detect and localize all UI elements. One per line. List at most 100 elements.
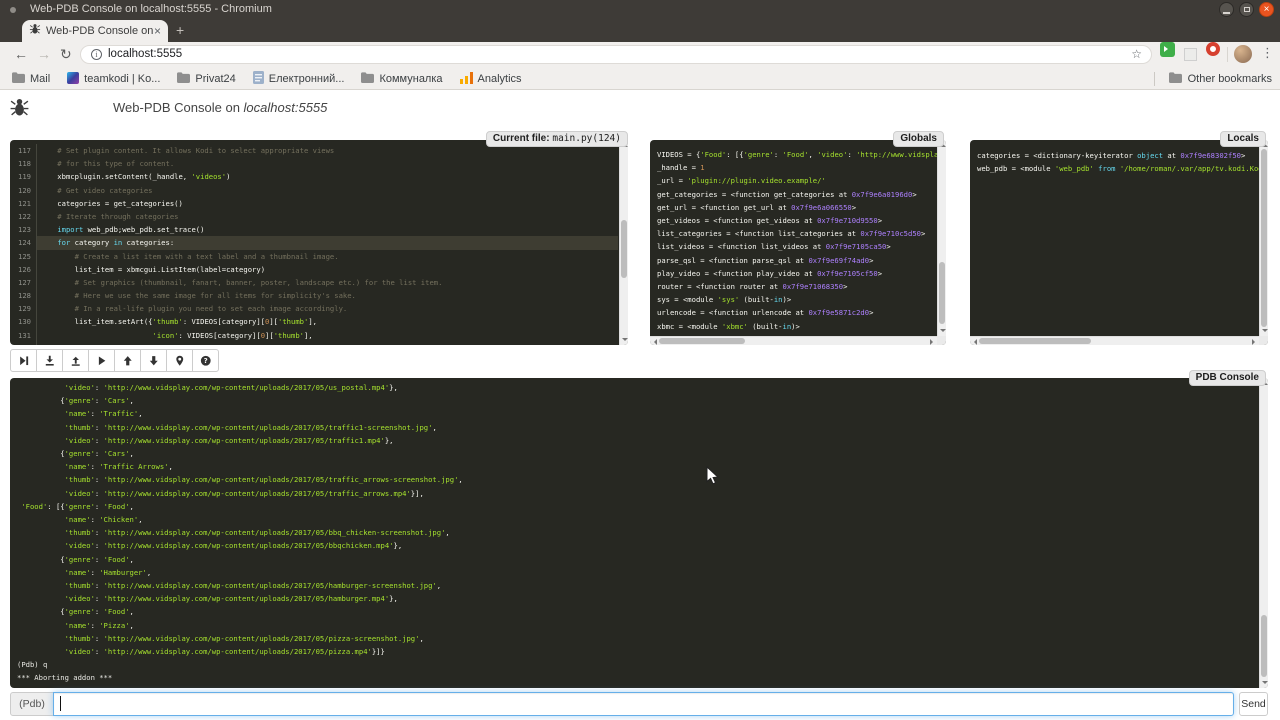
- scrollbar-track[interactable]: [1259, 140, 1268, 336]
- line-number: 129: [10, 302, 37, 315]
- back-icon[interactable]: ←: [14, 46, 28, 62]
- scrollbar-thumb[interactable]: [939, 262, 945, 324]
- locals-line: web_pdb = <module 'web_pdb' from '/home/…: [977, 162, 1267, 175]
- pdb-prompt-label: (Pdb): [10, 692, 54, 716]
- code-line-current: 124 for category in categories:: [10, 236, 618, 249]
- reload-icon[interactable]: ↻: [60, 46, 72, 63]
- step-icon: [44, 355, 56, 367]
- bookmark-item[interactable]: Mail: [12, 72, 50, 86]
- debug-step-button[interactable]: [36, 349, 63, 372]
- globals-line: play_video = <function play_video at 0x7…: [657, 267, 938, 280]
- folder-icon: [177, 72, 190, 86]
- bookmark-label: Електронний...: [269, 73, 345, 85]
- bookmark-label: teamkodi | Ko...: [84, 73, 160, 85]
- continue-icon: [96, 355, 108, 367]
- globals-line: list_categories = <function list_categor…: [657, 227, 938, 240]
- tab-close-icon[interactable]: ×: [154, 25, 161, 37]
- other-bookmarks-button[interactable]: Other bookmarks: [1188, 73, 1272, 85]
- scrollbar-thumb[interactable]: [1261, 149, 1267, 327]
- forward-icon[interactable]: →: [37, 46, 51, 62]
- line-number: 121: [10, 197, 37, 210]
- globals-panel: VIDEOS = {'Food': [{'genre': 'Food', 'vi…: [650, 140, 946, 345]
- code-line: 127 # Set graphics (thumbnail, fanart, b…: [10, 276, 618, 289]
- bookmark-item[interactable]: teamkodi | Ko...: [67, 72, 160, 87]
- line-number: 124: [10, 236, 37, 249]
- debug-next-button[interactable]: [10, 349, 37, 372]
- minimize-button[interactable]: [1219, 2, 1234, 17]
- bookmark-item[interactable]: Analytics: [460, 72, 522, 87]
- bookmark-star-icon[interactable]: ☆: [1131, 47, 1142, 61]
- debug-return-button[interactable]: [62, 349, 89, 372]
- line-number: 119: [10, 170, 37, 183]
- globals-line: router = <function router at 0x7f9e71068…: [657, 280, 938, 293]
- globals-line: parse_qsl = <function parse_qsl at 0x7f9…: [657, 254, 938, 267]
- extension-red-icon[interactable]: [1206, 42, 1220, 56]
- address-bar[interactable]: i localhost:5555 ☆: [80, 45, 1152, 64]
- analytics-icon: [460, 72, 473, 87]
- code-line: 123 import web_pdb;web_pdb.set_trace(): [10, 223, 618, 236]
- profile-avatar[interactable]: [1234, 45, 1252, 63]
- browser-tab[interactable]: Web-PDB Console on loca ×: [22, 20, 168, 42]
- site-info-icon[interactable]: i: [91, 49, 102, 60]
- pdb-command-input[interactable]: [53, 692, 1234, 716]
- maximize-button[interactable]: [1239, 2, 1254, 17]
- screen: Web-PDB Console on localhost:5555 - Chro…: [0, 0, 1280, 720]
- line-number: 132: [10, 342, 37, 345]
- url-text: localhost:5555: [108, 48, 182, 60]
- tab-favicon-bug-icon: [29, 22, 41, 40]
- console-line: 'Food': [{'genre': 'Food',: [17, 500, 463, 513]
- page-title-host: localhost:5555: [244, 100, 328, 115]
- scrollbar-track[interactable]: [619, 140, 628, 345]
- console-line: (Pdb) q: [17, 658, 463, 671]
- web-pdb-bug-icon: [9, 97, 30, 123]
- close-window-button[interactable]: ×: [1259, 2, 1274, 17]
- pdb-console-panel: 'video': 'http://www.vidsplay.com/wp-con…: [10, 378, 1268, 688]
- scrollbar-track[interactable]: [1259, 378, 1268, 688]
- debug-continue-button[interactable]: [88, 349, 115, 372]
- code-line: 131 'icon': VIDEOS[category][0]['thumb']…: [10, 329, 618, 342]
- browser-menu-icon[interactable]: ⋮: [1261, 45, 1274, 61]
- scrollbar-track[interactable]: [970, 336, 1259, 345]
- globals-line: VIDEOS = {'Food': [{'genre': 'Food', 'vi…: [657, 148, 938, 161]
- console-line: 'video': 'http://www.vidsplay.com/wp-con…: [17, 381, 463, 394]
- scrollbar-track[interactable]: [937, 140, 946, 336]
- scrollbar-thumb[interactable]: [659, 338, 745, 344]
- pdb-console-badge: PDB Console: [1189, 370, 1266, 386]
- bookmarks-bar: Mail teamkodi | Ko... Privat24 Електронний.…: [0, 68, 1280, 90]
- tab-strip: Web-PDB Console on loca × +: [0, 20, 1280, 42]
- scrollbar-thumb[interactable]: [1261, 615, 1267, 677]
- extension-gray-icon[interactable]: [1184, 48, 1197, 61]
- debug-help-button[interactable]: ?: [192, 349, 219, 372]
- console-line: 'thumb': 'http://www.vidsplay.com/wp-con…: [17, 421, 463, 434]
- scrollbar-track[interactable]: [650, 336, 937, 345]
- bookmark-item[interactable]: Коммуналка: [361, 72, 442, 86]
- globals-line: get_videos = <function get_videos at 0x7…: [657, 214, 938, 227]
- code-line: 128 # Here we use the same image for all…: [10, 289, 618, 302]
- code-panel: 117 # Set plugin content. It allows Kodi…: [10, 140, 628, 345]
- line-number: 122: [10, 210, 37, 223]
- debug-down-button[interactable]: [140, 349, 167, 372]
- scrollbar-thumb[interactable]: [621, 220, 627, 278]
- scrollbar-thumb[interactable]: [979, 338, 1091, 344]
- send-button[interactable]: Send: [1239, 692, 1268, 716]
- extension-green-icon[interactable]: [1160, 42, 1175, 57]
- globals-line: get_categories = <function get_categorie…: [657, 188, 938, 201]
- bookmark-item[interactable]: Privat24: [177, 72, 235, 86]
- debug-where-button[interactable]: [166, 349, 193, 372]
- new-tab-button[interactable]: +: [176, 22, 184, 38]
- code-line: 118 # for this type of content.: [10, 157, 618, 170]
- debug-up-button[interactable]: [114, 349, 141, 372]
- code-line: 132 'fanart': VIDEOS[category][0]['thumb…: [10, 342, 618, 345]
- locals-badge: Locals: [1220, 131, 1266, 147]
- line-number: 120: [10, 184, 37, 197]
- bookmark-item[interactable]: Електронний...: [253, 71, 345, 87]
- console-line: 'thumb': 'http://www.vidsplay.com/wp-con…: [17, 632, 463, 645]
- page-title: Web-PDB Console on localhost:5555: [113, 100, 327, 115]
- bookmark-label: Mail: [30, 73, 50, 85]
- line-number: 130: [10, 315, 37, 328]
- console-line: 'thumb': 'http://www.vidsplay.com/wp-con…: [17, 526, 463, 539]
- where-icon: [174, 355, 186, 367]
- line-number: 117: [10, 144, 37, 157]
- globals-line: list_videos = <function list_videos at 0…: [657, 240, 938, 253]
- line-number: 118: [10, 157, 37, 170]
